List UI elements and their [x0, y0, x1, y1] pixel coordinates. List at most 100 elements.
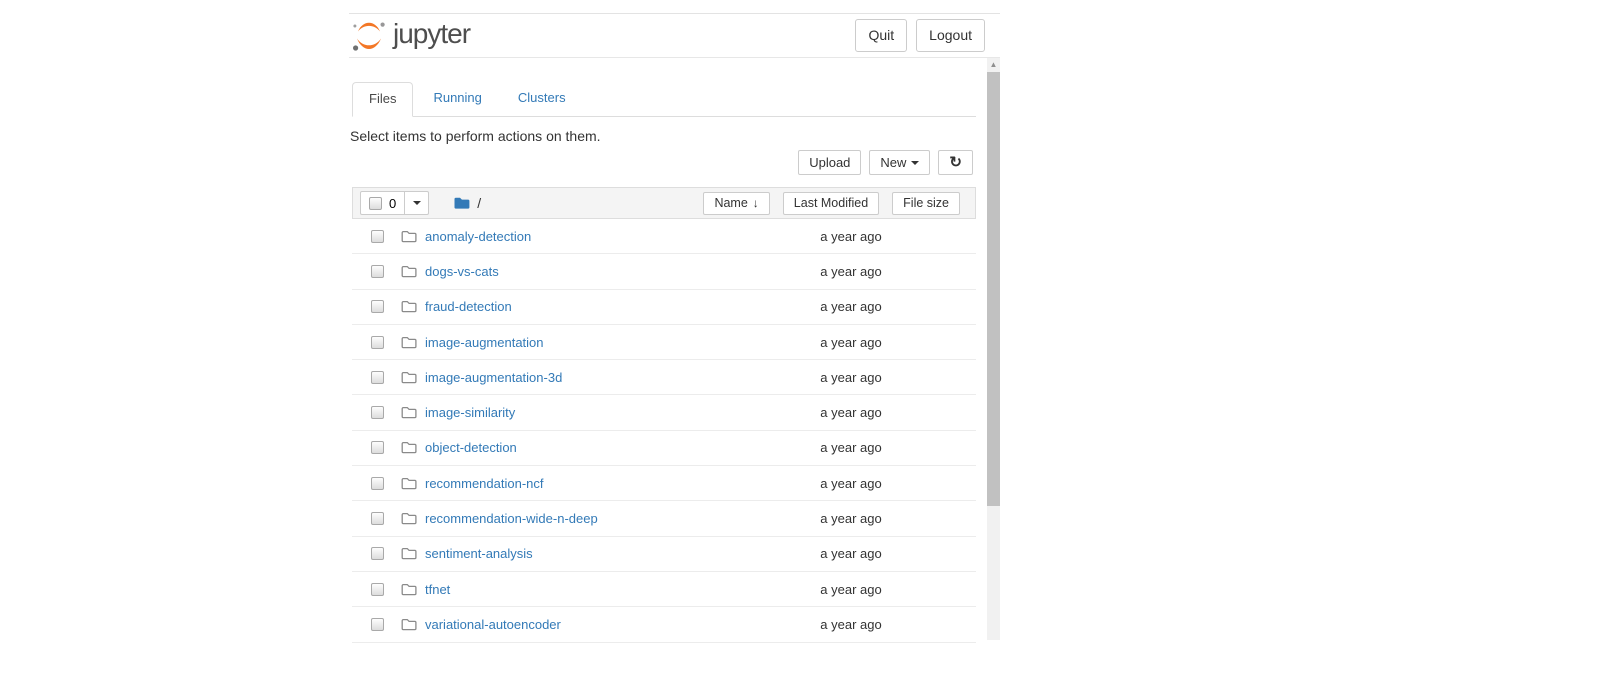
tab-clusters[interactable]: Clusters [502, 82, 582, 117]
folder-icon [401, 583, 417, 596]
file-row: dogs-vs-cats a year ago [352, 254, 976, 289]
last-modified-value: a year ago [801, 370, 901, 385]
row-checkbox[interactable] [371, 371, 384, 384]
file-link[interactable]: tfnet [425, 582, 450, 597]
file-row: recommendation-ncf a year ago [352, 466, 976, 501]
last-modified-value: a year ago [801, 582, 901, 597]
last-modified-value: a year ago [801, 299, 901, 314]
logo-text: jupyter [393, 20, 470, 52]
scroll-up-arrow-icon[interactable]: ▲ [987, 58, 1000, 71]
logout-button[interactable]: Logout [916, 19, 985, 51]
file-row: recommendation-wide-n-deep a year ago [352, 501, 976, 536]
file-row: sentiment-analysis a year ago [352, 537, 976, 572]
folder-icon [401, 547, 417, 560]
row-checkbox[interactable] [371, 583, 384, 596]
caret-down-icon [413, 201, 421, 205]
vertical-scrollbar[interactable]: ▲ [987, 58, 1000, 640]
new-button-label: New [880, 155, 906, 170]
folder-icon [401, 441, 417, 454]
row-checkbox[interactable] [371, 477, 384, 490]
sort-file-size-button[interactable]: File size [892, 192, 960, 215]
select-items-hint: Select items to perform actions on them. [350, 128, 601, 144]
file-row: variational-autoencoder a year ago [352, 607, 976, 642]
upload-button[interactable]: Upload [798, 150, 861, 175]
row-checkbox[interactable] [371, 512, 384, 525]
file-link[interactable]: dogs-vs-cats [425, 264, 499, 279]
folder-icon [401, 265, 417, 278]
select-all-group: 0 [360, 191, 429, 215]
file-link[interactable]: variational-autoencoder [425, 617, 561, 632]
file-row: image-augmentation a year ago [352, 325, 976, 360]
header-buttons: Quit Logout [855, 19, 985, 51]
row-checkbox[interactable] [371, 265, 384, 278]
last-modified-value: a year ago [801, 476, 901, 491]
last-modified-value: a year ago [801, 440, 901, 455]
sort-descending-icon: ↓ [753, 196, 759, 210]
row-checkbox[interactable] [371, 230, 384, 243]
row-checkbox[interactable] [371, 441, 384, 454]
tab-files[interactable]: Files [352, 82, 413, 117]
selected-count: 0 [389, 196, 396, 211]
file-row: object-detection a year ago [352, 431, 976, 466]
toolbar-actions: Upload New ↻ [798, 150, 973, 175]
sort-name-button[interactable]: Name ↓ [703, 192, 769, 215]
file-link[interactable]: image-augmentation [425, 335, 544, 350]
last-modified-value: a year ago [801, 511, 901, 526]
file-link[interactable]: image-augmentation-3d [425, 370, 562, 385]
row-checkbox[interactable] [371, 300, 384, 313]
folder-icon [401, 371, 417, 384]
sort-buttons: Name ↓ Last Modified File size [703, 192, 960, 215]
folder-icon [401, 618, 417, 631]
row-checkbox[interactable] [371, 547, 384, 560]
file-row: anomaly-detection a year ago [352, 219, 976, 254]
last-modified-value: a year ago [801, 546, 901, 561]
last-modified-value: a year ago [801, 229, 901, 244]
select-all-checkbox[interactable] [369, 197, 382, 210]
breadcrumb-root[interactable]: / [477, 195, 481, 211]
file-row: image-augmentation-3d a year ago [352, 360, 976, 395]
site-header: jupyter Quit Logout [349, 13, 1000, 58]
folder-icon [401, 300, 417, 313]
last-modified-value: a year ago [801, 264, 901, 279]
last-modified-value: a year ago [801, 335, 901, 350]
refresh-icon: ↻ [949, 155, 962, 171]
file-list: anomaly-detection a year ago dogs-vs-cat… [352, 219, 976, 643]
caret-down-icon [911, 161, 919, 165]
folder-icon [401, 336, 417, 349]
file-link[interactable]: sentiment-analysis [425, 546, 533, 561]
tab-bar: Files Running Clusters [352, 82, 976, 117]
sort-last-modified-button[interactable]: Last Modified [783, 192, 879, 215]
tab-running[interactable]: Running [417, 82, 497, 117]
row-checkbox[interactable] [371, 336, 384, 349]
folder-icon [401, 406, 417, 419]
file-link[interactable]: object-detection [425, 440, 517, 455]
last-modified-value: a year ago [801, 617, 901, 632]
jupyter-logo-icon [352, 19, 386, 53]
file-link[interactable]: recommendation-wide-n-deep [425, 511, 598, 526]
refresh-button[interactable]: ↻ [938, 150, 973, 175]
folder-icon [401, 477, 417, 490]
folder-icon [401, 512, 417, 525]
new-dropdown-button[interactable]: New [869, 150, 930, 175]
row-checkbox[interactable] [371, 406, 384, 419]
scrollbar-thumb[interactable] [987, 72, 1000, 506]
folder-icon [401, 230, 417, 243]
file-link[interactable]: recommendation-ncf [425, 476, 544, 491]
jupyter-logo[interactable]: jupyter [352, 19, 470, 53]
quit-button[interactable]: Quit [855, 19, 907, 51]
file-row: fraud-detection a year ago [352, 290, 976, 325]
sort-name-label: Name [714, 196, 747, 210]
select-all-button[interactable]: 0 [360, 191, 405, 215]
file-list-header: 0 / Name ↓ Last Modified File size [352, 187, 976, 219]
last-modified-value: a year ago [801, 405, 901, 420]
jupyter-window: jupyter Quit Logout Files Running Cluste… [349, 0, 1000, 679]
file-link[interactable]: image-similarity [425, 405, 515, 420]
select-dropdown-button[interactable] [404, 191, 429, 215]
breadcrumb: / [453, 195, 481, 211]
row-checkbox[interactable] [371, 618, 384, 631]
file-link[interactable]: anomaly-detection [425, 229, 531, 244]
file-link[interactable]: fraud-detection [425, 299, 512, 314]
file-row: image-similarity a year ago [352, 395, 976, 430]
file-row: tfnet a year ago [352, 572, 976, 607]
folder-open-icon [453, 196, 470, 210]
